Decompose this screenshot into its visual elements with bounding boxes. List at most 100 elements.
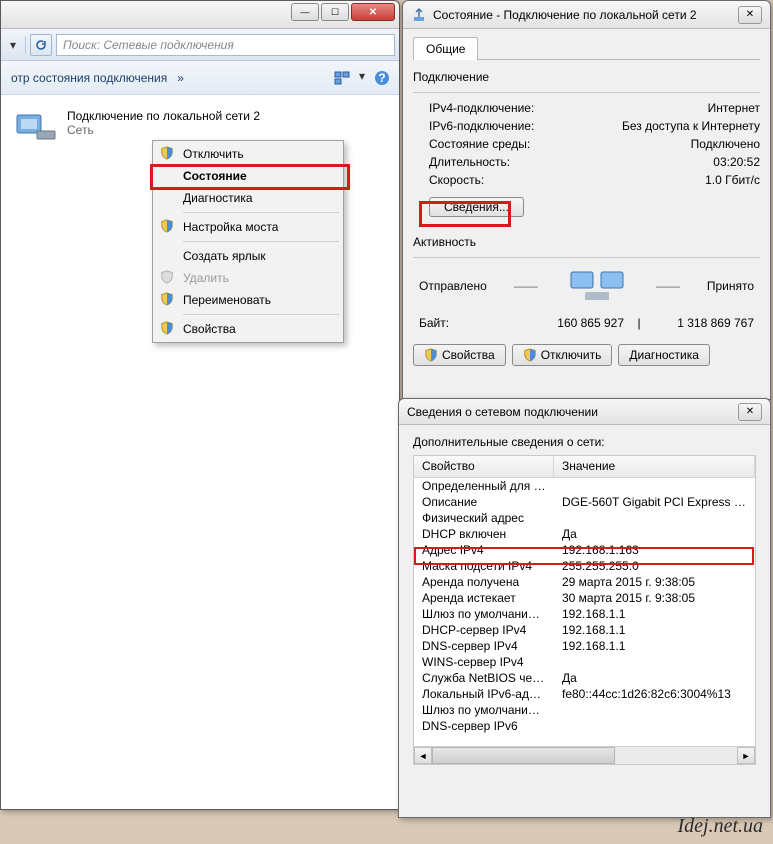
menu-status-label: Состояние (183, 169, 247, 183)
col-property[interactable]: Свойство (414, 456, 554, 477)
table-row[interactable]: Шлюз по умолчанию IP... (414, 702, 755, 718)
row-property: Шлюз по умолчанию IP... (414, 703, 554, 717)
menu-rename[interactable]: Переименовать (155, 289, 341, 311)
row-property: DHCP включен (414, 527, 554, 541)
diagnose-button[interactable]: Диагностика (618, 344, 710, 366)
kv-duration: Длительность:03:20:52 (413, 153, 760, 171)
col-value[interactable]: Значение (554, 456, 755, 477)
chevron-icon[interactable]: » (177, 71, 184, 85)
disable-button[interactable]: Отключить (512, 344, 613, 366)
row-value (554, 511, 755, 525)
table-row[interactable]: ОписаниеDGE-560T Gigabit PCI Express Eth… (414, 494, 755, 510)
close-button[interactable]: ✕ (738, 6, 762, 24)
svg-text:?: ? (378, 71, 385, 85)
table-row[interactable]: Шлюз по умолчанию IP...192.168.1.1 (414, 606, 755, 622)
table-row[interactable]: Маска подсети IPv4255.255.255.0 (414, 558, 755, 574)
scroll-track[interactable] (432, 747, 737, 764)
menu-disable[interactable]: Отключить (155, 143, 341, 165)
view-status-button[interactable]: отр состояния подключения (9, 71, 167, 85)
table-row[interactable]: Служба NetBIOS через...Да (414, 670, 755, 686)
window-controls (287, 1, 399, 28)
table-row[interactable]: DNS-сервер IPv4192.168.1.1 (414, 638, 755, 654)
details-button[interactable]: Сведения... (429, 197, 524, 217)
row-property: Определенный для по... (414, 479, 554, 493)
row-value: 255.255.255.0 (554, 559, 755, 573)
divider (413, 257, 760, 258)
connection-network: Сеть (67, 123, 260, 137)
table-row[interactable]: Аренда получена29 марта 2015 г. 9:38:05 (414, 574, 755, 590)
ipv6-value: Без доступа к Интернету (622, 119, 760, 133)
table-row[interactable]: Адрес IPv4192.168.1.163 (414, 542, 755, 558)
row-property: Аренда истекает (414, 591, 554, 605)
diagnose-button-label: Диагностика (629, 348, 699, 362)
scroll-thumb[interactable] (432, 747, 615, 764)
watermark: Idej.net.ua (677, 815, 763, 838)
duration-value: 03:20:52 (713, 155, 760, 169)
bytes-recv: 1 318 869 767 (654, 316, 754, 330)
shield-icon (160, 219, 176, 235)
view-dropdown-icon[interactable]: ▾ (359, 69, 365, 87)
table-row[interactable]: WINS-сервер IPv4 (414, 654, 755, 670)
row-property: DNS-сервер IPv4 (414, 639, 554, 653)
menu-delete-label: Удалить (183, 271, 229, 285)
refresh-button[interactable] (30, 34, 52, 56)
properties-button-label: Свойства (442, 348, 495, 362)
table-row[interactable]: Физический адрес (414, 510, 755, 526)
shield-icon (160, 270, 176, 286)
view-options-icon[interactable] (333, 69, 351, 87)
table-row[interactable]: Локальный IPv6-адрес...fe80::44cc:1d26:8… (414, 686, 755, 702)
connection-name: Подключение по локальной сети 2 (67, 109, 260, 123)
media-label: Состояние среды: (429, 137, 530, 151)
menu-diagnostics[interactable]: Диагностика (155, 187, 341, 209)
properties-button[interactable]: Свойства (413, 344, 506, 366)
breadcrumb-dropdown-icon[interactable]: ▾ (5, 37, 21, 53)
kv-media: Состояние среды:Подключено (413, 135, 760, 153)
section-activity-label: Активность (413, 235, 760, 249)
network-status-icon (411, 7, 427, 23)
close-button[interactable] (351, 3, 395, 21)
menu-disable-label: Отключить (183, 147, 244, 161)
shield-icon (160, 321, 176, 337)
details-title: Сведения о сетевом подключении (407, 405, 738, 419)
maximize-button[interactable] (321, 3, 349, 21)
explorer-window: ▾ Поиск: Сетевые подключения отр состоян… (0, 0, 400, 810)
search-input[interactable]: Поиск: Сетевые подключения (56, 34, 395, 56)
row-value (554, 703, 755, 717)
bytes-label: Байт: (419, 316, 519, 330)
row-value: 192.168.1.1 (554, 639, 755, 653)
row-value: 192.168.1.1 (554, 607, 755, 621)
table-row[interactable]: Аренда истекает30 марта 2015 г. 9:38:05 (414, 590, 755, 606)
explorer-titlebar (1, 1, 399, 29)
minimize-button[interactable] (291, 3, 319, 21)
section-connection-label: Подключение (413, 70, 760, 84)
recv-label: Принято (707, 279, 754, 293)
row-property: WINS-сервер IPv4 (414, 655, 554, 669)
row-value: 192.168.1.163 (554, 543, 755, 557)
horizontal-scrollbar[interactable]: ◄ ► (414, 746, 755, 764)
row-property: Шлюз по умолчанию IP... (414, 607, 554, 621)
context-menu: Отключить Состояние Диагностика Настройк… (152, 140, 344, 343)
tab-general[interactable]: Общие (413, 37, 478, 60)
table-row[interactable]: Определенный для по... (414, 478, 755, 494)
close-button[interactable]: ✕ (738, 403, 762, 421)
menu-bridge[interactable]: Настройка моста (155, 216, 341, 238)
menu-shortcut[interactable]: Создать ярлык (155, 245, 341, 267)
menu-separator (183, 314, 339, 315)
shield-icon (160, 146, 176, 162)
help-icon[interactable]: ? (373, 69, 391, 87)
row-property: DHCP-сервер IPv4 (414, 623, 554, 637)
shield-icon (160, 292, 176, 308)
ipv4-label: IPv4-подключение: (429, 101, 534, 115)
scroll-left-icon[interactable]: ◄ (414, 747, 432, 764)
details-subtitle: Дополнительные сведения о сети: (413, 435, 756, 449)
menu-status[interactable]: Состояние (155, 165, 341, 187)
ipv6-label: IPv6-подключение: (429, 119, 534, 133)
menu-properties[interactable]: Свойства (155, 318, 341, 340)
network-adapter-icon (15, 109, 59, 145)
table-row[interactable]: DNS-сервер IPv6 (414, 718, 755, 734)
scroll-right-icon[interactable]: ► (737, 747, 755, 764)
table-row[interactable]: DHCP-сервер IPv4192.168.1.1 (414, 622, 755, 638)
row-property: Описание (414, 495, 554, 509)
table-row[interactable]: DHCP включенДа (414, 526, 755, 542)
ipv4-value: Интернет (708, 101, 760, 115)
